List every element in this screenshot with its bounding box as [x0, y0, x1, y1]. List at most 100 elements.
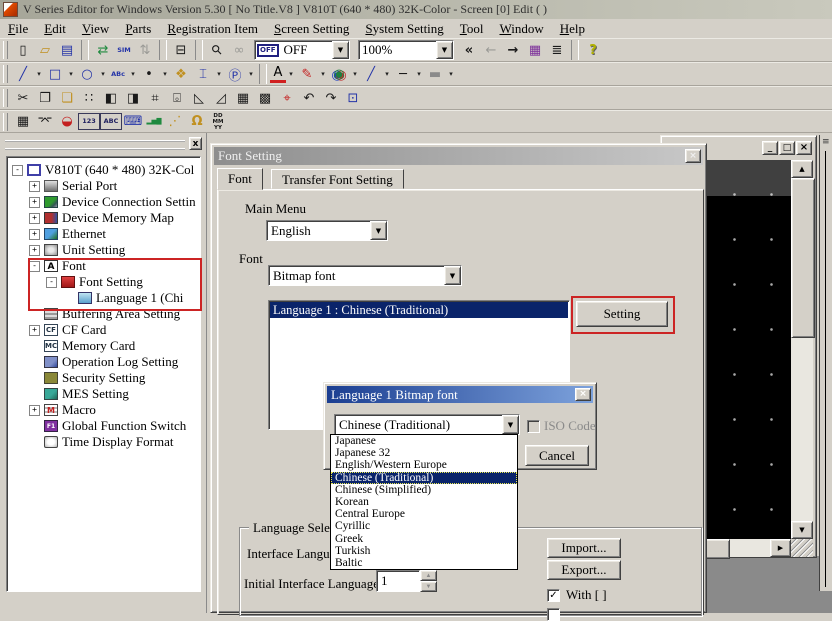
menu-item[interactable]: Parts — [117, 20, 159, 38]
bar-graph-part-icon[interactable]: ▂▅▇ — [144, 111, 164, 133]
scale-tool-dropdown-icon[interactable]: ▾ — [214, 63, 224, 85]
tree-expand-box[interactable]: + — [29, 325, 40, 336]
open-file-icon[interactable]: ▱ — [34, 39, 56, 61]
spin-up-icon[interactable]: ▲ — [420, 570, 437, 581]
scroll-right-icon[interactable]: ▶ — [770, 539, 791, 557]
frame-expand-icon[interactable]: ⌗ — [144, 87, 166, 109]
alarm-part-icon[interactable]: Ω — [186, 111, 208, 133]
menu-item[interactable]: Screen Setting — [266, 20, 357, 38]
language-option[interactable]: Greek — [331, 533, 517, 545]
spin-down-icon[interactable]: ▼ — [420, 581, 437, 592]
line-tool-dropdown-icon[interactable]: ▾ — [34, 63, 44, 85]
fill-style-dropdown-icon[interactable]: ▾ — [446, 63, 456, 85]
new-file-icon[interactable]: ▯ — [12, 39, 34, 61]
tree-item[interactable]: + CF CF Card — [7, 322, 200, 338]
export-button[interactable]: Export... — [547, 560, 621, 580]
tree-item[interactable]: + Ethernet — [7, 226, 200, 242]
menu-item[interactable]: System Setting — [357, 20, 451, 38]
grid-align-icon[interactable]: ▦ — [232, 87, 254, 109]
checkmark-icon[interactable]: ✓ — [547, 589, 560, 602]
transfer-icon[interactable]: ⇄ — [92, 39, 114, 61]
pin-icon[interactable]: ⌖ — [276, 87, 298, 109]
tree-expand-box[interactable]: + — [29, 229, 40, 240]
scroll-down-icon[interactable]: ▼ — [791, 521, 813, 539]
font-language-list-item[interactable]: Language 1 : Chinese (Traditional) — [270, 302, 568, 318]
menu-item[interactable]: Window — [491, 20, 551, 38]
main-menu-combobox[interactable]: English ▼ — [266, 220, 388, 241]
menu-item[interactable]: Edit — [36, 20, 74, 38]
parts-place-icon[interactable]: Ⓟ — [224, 63, 246, 85]
close-icon[interactable]: × — [796, 141, 812, 155]
line-width-dropdown-icon[interactable]: ▾ — [414, 63, 424, 85]
date-display-part-icon[interactable]: DD MM YY — [208, 111, 228, 133]
language-option[interactable]: Baltic — [331, 557, 517, 569]
text-color-icon[interactable]: A — [270, 65, 286, 83]
scroll-up-icon[interactable]: ▲ — [791, 160, 813, 178]
item-list-icon[interactable]: ≣ — [546, 39, 568, 61]
tile-align-icon[interactable]: ▩ — [254, 87, 276, 109]
tree-item[interactable]: MES Setting — [7, 386, 200, 402]
tree-item[interactable]: + Serial Port — [7, 178, 200, 194]
fill-style-icon[interactable]: ▬ — [424, 63, 446, 85]
rotate-right-icon[interactable]: ◿ — [210, 87, 232, 109]
undo-icon[interactable]: ↶ — [298, 87, 320, 109]
pen-color-dropdown-icon[interactable]: ▾ — [318, 63, 328, 85]
iso-code-checkbox[interactable]: ISO Code — [527, 418, 596, 434]
rect-tool-dropdown-icon[interactable]: ▾ — [66, 63, 76, 85]
tree-expand-box[interactable]: - — [29, 261, 40, 272]
paste-icon[interactable]: ❏ — [56, 87, 78, 109]
bring-to-front-icon[interactable]: ◧ — [100, 87, 122, 109]
palette-dropdown-icon[interactable]: ▾ — [350, 63, 360, 85]
language-option[interactable]: Japanese 32 — [331, 447, 517, 459]
text-tool-icon[interactable]: ABc — [108, 63, 128, 85]
language-option[interactable]: Japanese — [331, 435, 517, 447]
menu-item[interactable]: Registration Item — [159, 20, 266, 38]
screen-block-icon[interactable]: ▦ — [12, 111, 34, 133]
char-display-part-icon[interactable]: ABC — [100, 113, 122, 130]
tree-item[interactable]: MC Memory Card — [7, 338, 200, 354]
language-option[interactable]: Korean — [331, 496, 517, 508]
save-icon[interactable]: ▤ — [56, 39, 78, 61]
language-option[interactable]: Cyrillic — [331, 520, 517, 532]
tree-expand-box[interactable]: + — [29, 405, 40, 416]
tree-item[interactable]: - A Font — [7, 258, 200, 274]
menu-item[interactable]: File — [0, 20, 36, 38]
tab-transfer-font-setting[interactable]: Transfer Font Setting — [271, 169, 404, 189]
palette-icon[interactable]: ◉ — [328, 63, 350, 85]
resize-grip[interactable] — [791, 539, 813, 557]
tree-expand-box[interactable]: + — [29, 213, 40, 224]
tree-item[interactable]: + Device Connection Settin — [7, 194, 200, 210]
tree-item[interactable]: Security Setting — [7, 370, 200, 386]
bitmap-language-combobox[interactable]: Chinese (Traditional) ▼ — [334, 414, 520, 435]
tree-expand-box[interactable]: + — [29, 181, 40, 192]
ellipse-tool-dropdown-icon[interactable]: ▾ — [98, 63, 108, 85]
tree-item[interactable]: F1 Global Function Switch — [7, 418, 200, 434]
cancel-button[interactable]: Cancel — [525, 445, 589, 466]
import-button[interactable]: Import... — [547, 538, 621, 558]
chevron-down-icon[interactable]: ▼ — [436, 41, 453, 59]
frame-shrink-icon[interactable]: ⌻ — [166, 87, 188, 109]
switch-part-icon[interactable]: ⌤ — [34, 111, 56, 133]
compare-transfer-icon[interactable]: ⇅ — [134, 39, 156, 61]
setting-button[interactable]: Setting — [576, 301, 668, 327]
language-option[interactable]: Turkish — [331, 545, 517, 557]
simulator-icon[interactable]: SIM — [114, 39, 134, 61]
line-type-icon[interactable]: ╱ — [360, 63, 382, 85]
tree-expand-box[interactable]: + — [29, 197, 40, 208]
zoom-level-combobox[interactable]: 100% ▼ — [358, 40, 454, 60]
scale-tool-icon[interactable]: ⌶ — [192, 63, 214, 85]
pen-color-icon[interactable]: ✎ — [296, 63, 318, 85]
ellipse-tool-icon[interactable]: ○ — [76, 63, 98, 85]
chevron-down-icon[interactable]: ▼ — [332, 41, 349, 59]
tree-item[interactable]: Time Display Format — [7, 434, 200, 450]
rotate-left-icon[interactable]: ◺ — [188, 87, 210, 109]
display-off-combobox[interactable]: OFF OFF ▼ — [254, 40, 350, 60]
tree-item[interactable]: - V810T (640 * 480) 32K-Col — [7, 162, 200, 178]
help-icon[interactable]: ? — [582, 39, 604, 61]
with-brackets-checkbox[interactable]: ✓ With [ ] — [547, 587, 607, 603]
text-color-dropdown-icon[interactable]: ▾ — [286, 63, 296, 85]
tree-item[interactable]: + Device Memory Map — [7, 210, 200, 226]
tree-item[interactable]: Operation Log Setting — [7, 354, 200, 370]
redo-icon[interactable]: ↷ — [320, 87, 342, 109]
tree-item[interactable]: Language 1 (Chi — [7, 290, 200, 306]
